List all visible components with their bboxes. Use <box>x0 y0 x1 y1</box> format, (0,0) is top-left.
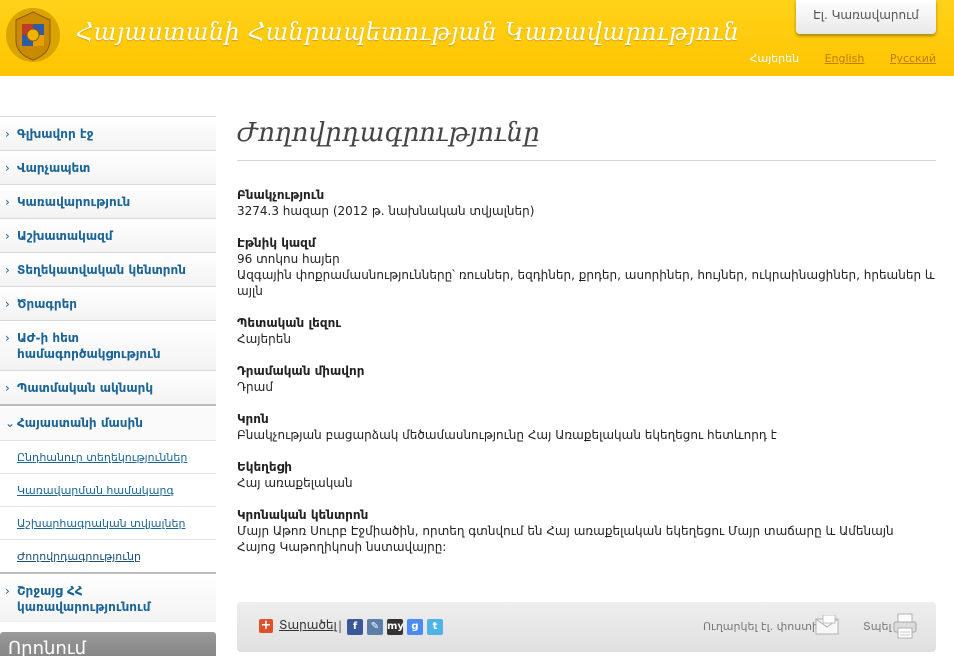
sidebar-item-label: Կառավարություն <box>17 195 131 209</box>
section-population: Բնակչություն 3274.3 հազար (2012 թ. նախնա… <box>237 187 936 219</box>
sidebar-item-label: Հայաստանի մասին <box>17 416 143 430</box>
section-heading: Պետական լեզու <box>237 316 342 330</box>
print-link[interactable]: Տպել <box>863 620 891 633</box>
lang-russian[interactable]: Русский <box>890 52 936 65</box>
sidebar-item-home[interactable]: › Գլխավոր էջ <box>0 116 216 150</box>
section-ethnic-composition: Էթնիկ կազմ 96 տոկոս հայեր Ազգային փոքրամ… <box>237 235 936 299</box>
page-title: Ժողովրդագրությունը <box>237 118 540 148</box>
section-text: Ազգային փոքրամասնությունները՝ ռուսներ, ե… <box>237 268 935 298</box>
chevron-right-icon: › <box>5 584 10 598</box>
divider <box>237 160 936 161</box>
search-box-header: Որոնում <box>0 632 216 656</box>
sidebar-subitem-general-info[interactable]: Ընդհանուր տեղեկություններ <box>0 440 216 473</box>
section-heading: Բնակչություն <box>237 188 325 202</box>
sidebar-item-programs[interactable]: › Ծրագրեր <box>0 286 216 320</box>
e-government-button[interactable]: Էլ. Կառավարում <box>796 0 936 34</box>
google-icon[interactable]: g <box>407 619 423 635</box>
section-text: 3274.3 հազար (2012 թ. նախնական տվյալներ) <box>237 204 535 218</box>
chevron-right-icon: › <box>5 195 10 209</box>
sidebar-subitem-geography[interactable]: Աշխարհագրական տվյալներ <box>0 506 216 539</box>
mail-icon[interactable] <box>815 615 841 635</box>
section-text: Դրամ <box>237 380 273 394</box>
section-text: Մայր Աթոռ Սուրբ Էջմիածին, որտեղ գտնվում … <box>237 524 894 554</box>
main-content: Բնակչություն 3274.3 հազար (2012 թ. նախնա… <box>237 187 936 571</box>
section-heading: Եկեղեցի <box>237 460 292 474</box>
sidebar-item-label: Աշխատակազմ <box>17 229 113 243</box>
sidebar-item-government-tour[interactable]: › Շրջայց ՀՀ կառավարությունում <box>0 572 216 622</box>
printer-icon[interactable] <box>893 613 917 639</box>
section-text: Հայերեն <box>237 332 291 346</box>
section-heading: Դրամական միավոր <box>237 364 365 378</box>
sidebar-nav: › Գլխավոր էջ › Վարչապետ › Կառավարություն › Ա… <box>0 116 216 622</box>
sidebar-item-label: Վարչապետ <box>17 161 91 175</box>
chevron-down-icon: ⌄ <box>5 416 16 430</box>
armenian-coat-of-arms-logo[interactable] <box>4 6 62 64</box>
lang-english[interactable]: English <box>825 52 865 65</box>
chevron-right-icon: › <box>5 161 10 175</box>
sidebar-item-label: Շրջայց ՀՀ կառավարությունում <box>17 584 151 614</box>
sidebar-subitem-demography[interactable]: Ժողովրդագրությունը <box>0 539 216 572</box>
section-currency: Դրամական միավոր Դրամ <box>237 363 936 395</box>
section-heading: Կրոն <box>237 412 269 426</box>
sidebar-item-information-center[interactable]: › Տեղեկատվական կենտրոն <box>0 252 216 286</box>
sidebar-item-history[interactable]: › Պատմական ակնարկ <box>0 370 216 404</box>
chevron-right-icon: › <box>5 331 10 345</box>
sidebar-item-label: Ծրագրեր <box>17 297 77 311</box>
sidebar-item-label: Պատմական ակնարկ <box>17 381 154 395</box>
sidebar-item-label: ԱԺ-ի հետ համագործակցություն <box>17 331 161 361</box>
section-church: Եկեղեցի Հայ առաքելական <box>237 459 936 491</box>
share-bar: + Տարածել | f ✎ my g t Ուղարկել էլ. փոստ… <box>237 602 936 652</box>
share-plus-icon[interactable]: + <box>259 619 273 633</box>
chevron-right-icon: › <box>5 297 10 311</box>
sidebar-item-about-armenia[interactable]: ⌄ Հայաստանի մասին <box>0 404 216 440</box>
sidebar-item-label: Տեղեկատվական կենտրոն <box>17 263 186 277</box>
separator: | <box>338 619 343 633</box>
pencil-icon[interactable]: ✎ <box>367 619 383 635</box>
section-heading: Էթնիկ կազմ <box>237 236 316 250</box>
sidebar-subitem-governance-system[interactable]: Կառավարման համակարգ <box>0 473 216 506</box>
section-text: Բնակչության բացարձակ մեծամասնությունը Հա… <box>237 428 777 442</box>
sidebar-item-staff[interactable]: › Աշխատակազմ <box>0 218 216 252</box>
sidebar-item-label: Գլխավոր էջ <box>17 127 94 141</box>
sidebar-item-parliament-cooperation[interactable]: › ԱԺ-ի հետ համագործակցություն <box>0 320 216 370</box>
send-email-link[interactable]: Ուղարկել էլ. փոստին <box>703 620 826 633</box>
section-state-language: Պետական լեզու Հայերեն <box>237 315 936 347</box>
chevron-right-icon: › <box>5 381 10 395</box>
share-button[interactable]: Տարածել <box>279 618 337 632</box>
chevron-right-icon: › <box>5 127 10 141</box>
sidebar-item-prime-minister[interactable]: › Վարչապետ <box>0 150 216 184</box>
section-text: Հայ առաքելական <box>237 476 353 490</box>
chevron-right-icon: › <box>5 229 10 243</box>
language-switcher: Հայերեն English Русский <box>728 52 936 65</box>
section-text: 96 տոկոս հայեր <box>237 252 340 266</box>
sidebar-item-government[interactable]: › Կառավարություն <box>0 184 216 218</box>
section-religion: Կրոն Բնակչության բացարձակ մեծամասնությու… <box>237 411 936 443</box>
search-box-title: Որոնում <box>8 638 87 656</box>
chevron-right-icon: › <box>5 263 10 277</box>
header: Հայաստանի Հանրապետության Կառավարություն … <box>0 0 954 76</box>
myspace-icon[interactable]: my <box>387 619 404 635</box>
facebook-icon[interactable]: f <box>347 619 363 635</box>
section-heading: Կրոնական կենտրոն <box>237 508 369 522</box>
twitter-icon[interactable]: t <box>427 619 443 635</box>
section-religious-center: Կրոնական կենտրոն Մայր Աթոռ Սուրբ Էջմիածի… <box>237 507 936 555</box>
site-title[interactable]: Հայաստանի Հանրապետության Կառավարություն <box>76 18 739 46</box>
lang-armenian[interactable]: Հայերեն <box>750 52 799 65</box>
